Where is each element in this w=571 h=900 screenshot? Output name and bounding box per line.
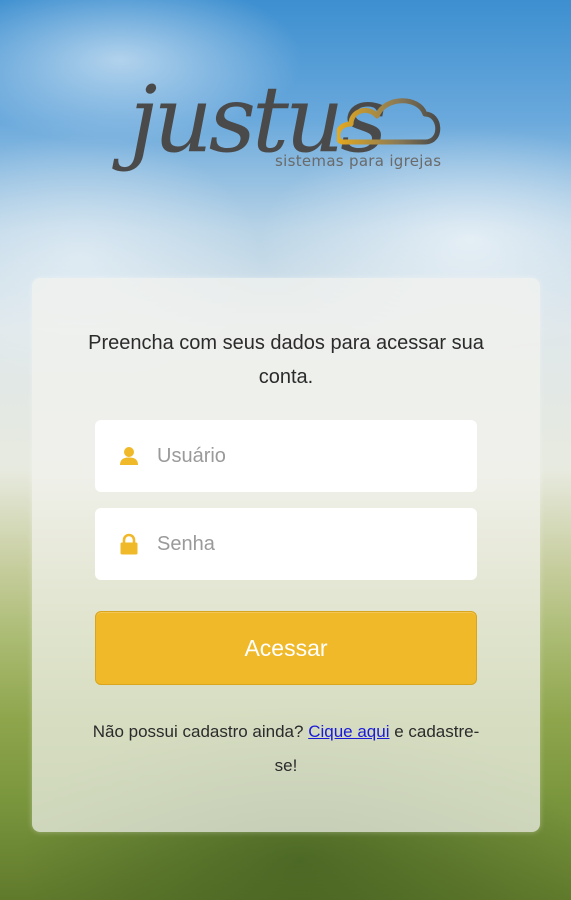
login-card: Preencha com seus dados para acessar sua… (32, 278, 540, 832)
username-input[interactable] (157, 420, 457, 492)
lock-icon (120, 533, 138, 555)
cloud-icon (337, 98, 441, 145)
login-intro-text: Preencha com seus dados para acessar sua… (88, 332, 484, 388)
signup-prompt: Não possui cadastro ainda? Cique aqui e … (92, 715, 480, 783)
username-field[interactable] (95, 420, 477, 492)
password-field[interactable] (95, 508, 477, 580)
submit-button[interactable]: Acessar (95, 611, 477, 685)
brand-logo: justus sistemas para igrejas (125, 70, 445, 200)
signup-link[interactable]: Cique aqui (308, 722, 389, 741)
signup-prefix-text: Não possui cadastro ainda? (92, 722, 304, 741)
user-icon (120, 447, 138, 465)
password-input[interactable] (157, 508, 457, 580)
logo-tagline: sistemas para igrejas (275, 152, 442, 170)
